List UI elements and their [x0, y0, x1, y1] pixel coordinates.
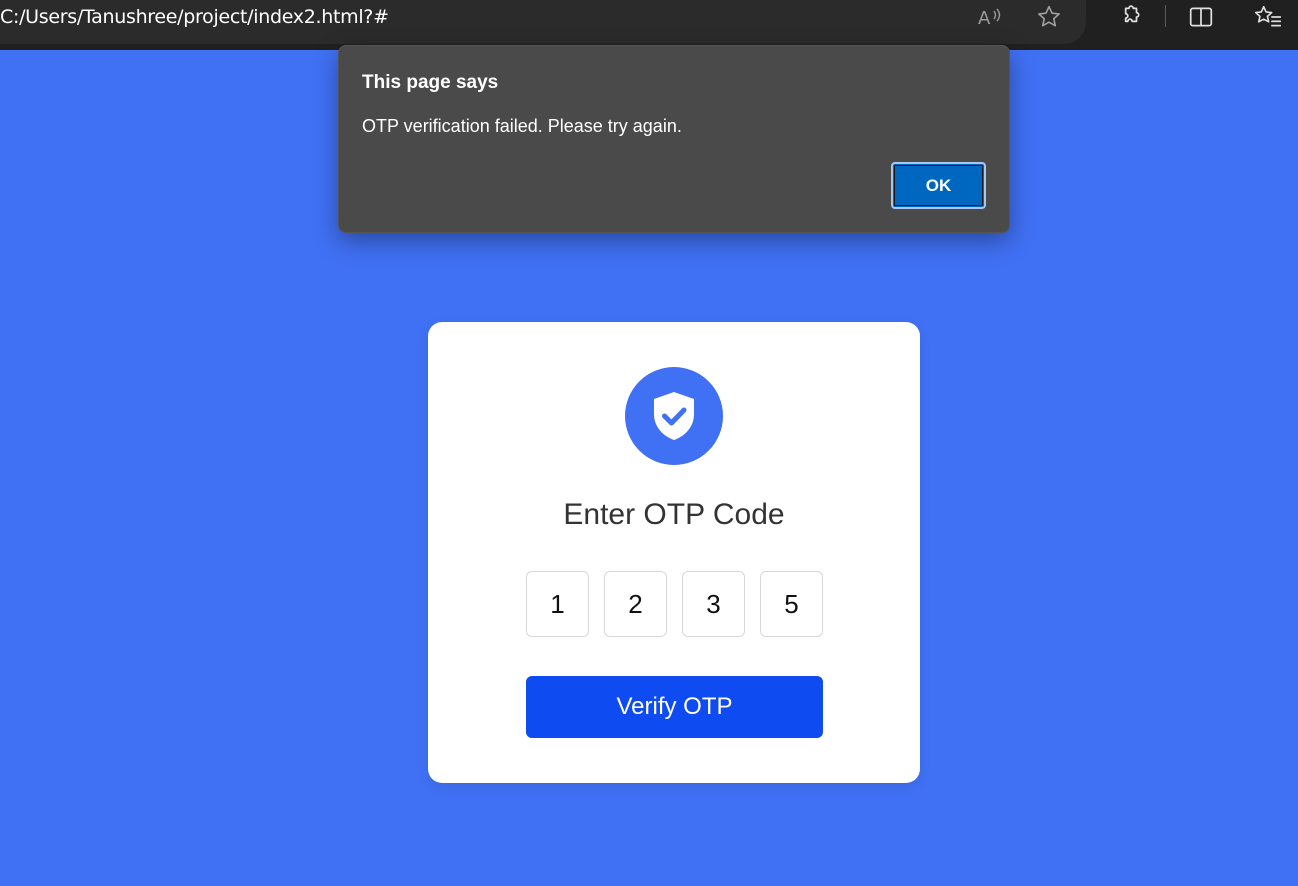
favorite-star-icon[interactable] — [1034, 2, 1064, 32]
extensions-icon[interactable] — [1115, 2, 1145, 32]
otp-card: Enter OTP Code 1 2 3 5 Verify OTP — [428, 322, 920, 783]
browser-toolbar: C:/Users/Tanushree/project/index2.html?#… — [0, 0, 1298, 50]
otp-input-2[interactable]: 2 — [604, 571, 667, 637]
verify-otp-button[interactable]: Verify OTP — [526, 676, 823, 738]
read-aloud-icon[interactable]: A — [975, 2, 1005, 32]
toolbar-separator — [1165, 5, 1166, 27]
dialog-title: This page says — [362, 72, 499, 93]
page-title: Enter OTP Code — [563, 498, 785, 531]
address-bar[interactable]: C:/Users/Tanushree/project/index2.html?# — [0, 0, 1086, 44]
favorites-list-icon[interactable] — [1253, 2, 1283, 32]
url-text[interactable]: C:/Users/Tanushree/project/index2.html?# — [0, 5, 389, 29]
split-screen-icon[interactable] — [1186, 2, 1216, 32]
svg-text:A: A — [978, 8, 991, 29]
otp-input-1[interactable]: 1 — [526, 571, 589, 637]
otp-input-4[interactable]: 5 — [760, 571, 823, 637]
alert-dialog: This page says OTP verification failed. … — [338, 45, 1010, 233]
otp-input-3[interactable]: 3 — [682, 571, 745, 637]
shield-check-icon — [625, 367, 723, 465]
dialog-message: OTP verification failed. Please try agai… — [362, 116, 682, 136]
ok-button[interactable]: OK — [891, 162, 986, 209]
